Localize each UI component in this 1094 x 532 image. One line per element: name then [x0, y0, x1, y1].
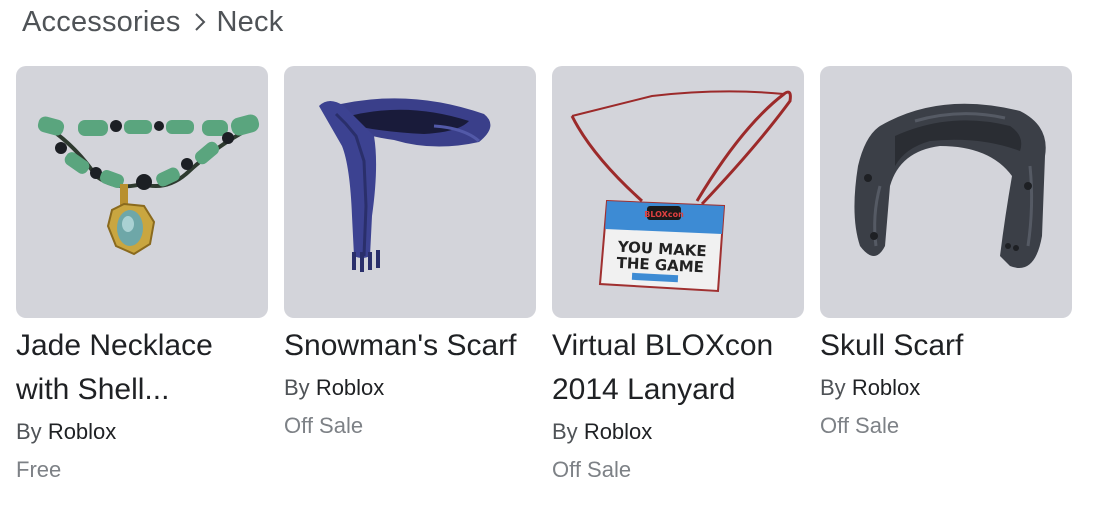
item-thumbnail[interactable] [820, 66, 1072, 318]
creator-link[interactable]: Roblox [852, 375, 920, 400]
by-prefix: By [552, 419, 578, 444]
by-prefix: By [820, 375, 846, 400]
item-thumbnail[interactable] [284, 66, 536, 318]
item-thumbnail[interactable] [16, 66, 268, 318]
item-thumbnail[interactable]: BLOXcon YOU MAKE THE GAME [552, 66, 804, 318]
creator-link[interactable]: Roblox [48, 419, 116, 444]
item-price: Free [16, 457, 62, 482]
item-card[interactable]: Jade Necklace with Shell... By Roblox Fr… [16, 66, 268, 486]
item-creator: By Roblox [820, 372, 1072, 404]
blue-scarf-icon [319, 98, 491, 272]
chevron-right-icon [193, 2, 207, 42]
item-creator: By Roblox [16, 416, 268, 448]
item-name[interactable]: Skull Scarf [820, 324, 1072, 368]
item-price: Off Sale [820, 413, 900, 438]
item-name[interactable]: Snowman's Scarf [284, 324, 536, 368]
item-card[interactable]: Snowman's Scarf By Roblox Off Sale [284, 66, 536, 486]
breadcrumb: Accessories Neck [22, 2, 283, 42]
skull-scarf-icon [854, 103, 1046, 269]
creator-link[interactable]: Roblox [316, 375, 384, 400]
item-grid: Jade Necklace with Shell... By Roblox Fr… [16, 66, 1072, 486]
breadcrumb-accessories-link[interactable]: Accessories [22, 6, 181, 39]
item-name[interactable]: Virtual BLOXcon 2014 Lanyard [552, 324, 804, 412]
item-card[interactable]: BLOXcon YOU MAKE THE GAME Virtual BLOXco… [552, 66, 804, 486]
by-prefix: By [284, 375, 310, 400]
item-card[interactable]: Skull Scarf By Roblox Off Sale [820, 66, 1072, 486]
item-price: Off Sale [552, 457, 632, 482]
item-creator: By Roblox [552, 416, 804, 448]
item-price: Off Sale [284, 413, 364, 438]
item-creator: By Roblox [284, 372, 536, 404]
by-prefix: By [16, 419, 42, 444]
breadcrumb-neck-link[interactable]: Neck [217, 6, 284, 39]
creator-link[interactable]: Roblox [584, 419, 652, 444]
lanyard-icon: BLOXcon YOU MAKE THE GAME [570, 90, 792, 293]
item-name[interactable]: Jade Necklace with Shell... [16, 324, 268, 412]
svg-text:BLOXcon: BLOXcon [644, 210, 684, 219]
jade-necklace-icon [37, 114, 260, 256]
